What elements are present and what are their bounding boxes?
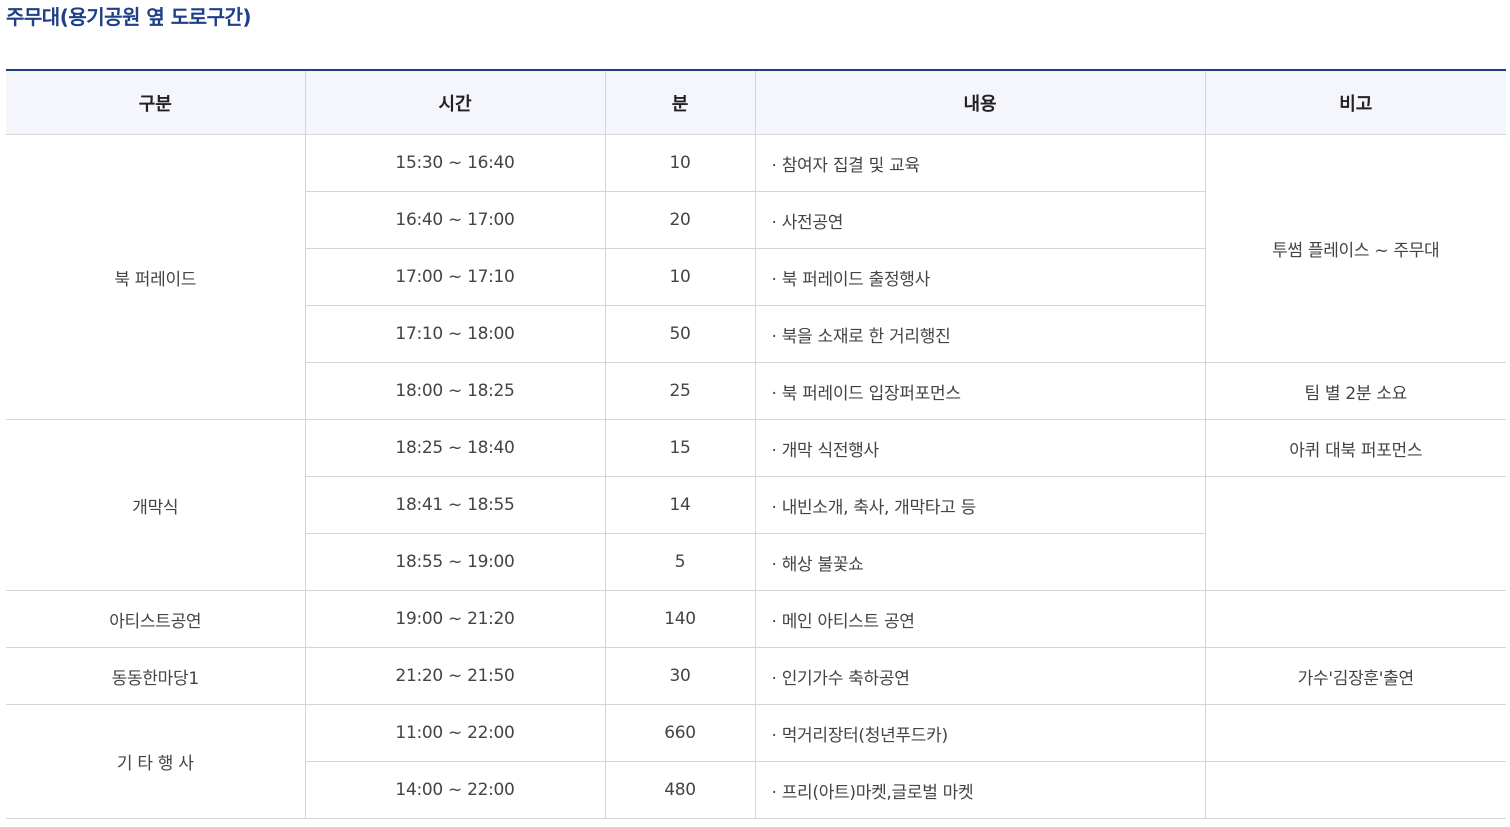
note-cell: 투썸 플레이스 ~ 주무대 xyxy=(1204,134,1506,363)
table-row: 동동한마당1 21:20 ~ 21:50 30 · 인기가수 축하공연 가수'김… xyxy=(6,647,1506,705)
content-cell: · 개막 식전행사 xyxy=(754,419,1206,477)
minutes-cell: 10 xyxy=(604,248,756,306)
note-cell: 아퀴 대북 퍼포먼스 xyxy=(1204,419,1506,477)
note-cell xyxy=(1204,761,1506,819)
content-cell: · 내빈소개, 축사, 개막타고 등 xyxy=(754,476,1206,534)
header-row: 구분 시간 분 내용 비고 xyxy=(6,70,1506,135)
note-cell: 팀 별 2분 소요 xyxy=(1204,362,1506,420)
time-cell: 19:00 ~ 21:20 xyxy=(304,590,606,648)
time-cell: 17:00 ~ 17:10 xyxy=(304,248,606,306)
content-cell: · 북 퍼레이드 입장퍼포먼스 xyxy=(754,362,1206,420)
table-row: 아티스트공연 19:00 ~ 21:20 140 · 메인 아티스트 공연 xyxy=(6,590,1506,648)
minutes-cell: 30 xyxy=(604,647,756,705)
content-cell: · 인기가수 축하공연 xyxy=(754,647,1206,705)
content-cell: · 메인 아티스트 공연 xyxy=(754,590,1206,648)
time-cell: 18:55 ~ 19:00 xyxy=(304,533,606,591)
content-cell: · 먹거리장터(청년푸드카) xyxy=(754,704,1206,762)
category-cell: 기 타 행 사 xyxy=(6,704,306,819)
minutes-cell: 15 xyxy=(604,419,756,477)
header-content: 내용 xyxy=(754,70,1206,135)
category-cell: 아티스트공연 xyxy=(6,590,306,648)
section-title: 주무대(용기공원 옆 도로구간) xyxy=(6,5,252,29)
content-cell: · 사전공연 xyxy=(754,191,1206,249)
time-cell: 21:20 ~ 21:50 xyxy=(304,647,606,705)
table-row: 개막식 18:25 ~ 18:40 15 · 개막 식전행사 아퀴 대북 퍼포먼… xyxy=(6,419,1506,591)
content-cell: · 참여자 집결 및 교육 xyxy=(754,134,1206,192)
time-cell: 18:41 ~ 18:55 xyxy=(304,476,606,534)
table-row: 기 타 행 사 11:00 ~ 22:00 660 · 먹거리장터(청년푸드카) xyxy=(6,704,1506,819)
note-cell xyxy=(1204,704,1506,762)
minutes-cell: 14 xyxy=(604,476,756,534)
category-cell: 개막식 xyxy=(6,419,306,591)
category-cell: 동동한마당1 xyxy=(6,647,306,705)
header-minutes: 분 xyxy=(604,70,756,135)
minutes-cell: 480 xyxy=(604,761,756,819)
header-category: 구분 xyxy=(6,70,306,135)
minutes-cell: 50 xyxy=(604,305,756,363)
time-cell: 16:40 ~ 17:00 xyxy=(304,191,606,249)
time-cell: 18:00 ~ 18:25 xyxy=(304,362,606,420)
time-cell: 15:30 ~ 16:40 xyxy=(304,134,606,192)
minutes-cell: 660 xyxy=(604,704,756,762)
time-cell: 18:25 ~ 18:40 xyxy=(304,419,606,477)
time-cell: 14:00 ~ 22:00 xyxy=(304,761,606,819)
content-cell: · 해상 불꽃쇼 xyxy=(754,533,1206,591)
note-cell xyxy=(1204,476,1506,591)
content-cell: · 북 퍼레이드 출정행사 xyxy=(754,248,1206,306)
minutes-cell: 140 xyxy=(604,590,756,648)
table-row: 북 퍼레이드 15:30 ~ 16:40 10 · 참여자 집결 및 교육 투썸… xyxy=(6,134,1506,420)
content-cell: · 북을 소재로 한 거리행진 xyxy=(754,305,1206,363)
time-cell: 17:10 ~ 18:00 xyxy=(304,305,606,363)
header-time: 시간 xyxy=(304,70,606,135)
note-cell xyxy=(1204,590,1506,648)
minutes-cell: 20 xyxy=(604,191,756,249)
note-cell: 가수'김장훈'출연 xyxy=(1204,647,1506,705)
minutes-cell: 5 xyxy=(604,533,756,591)
schedule-table: 구분 시간 분 내용 비고 북 퍼레이드 15:30 ~ 16:40 10 · … xyxy=(6,69,1506,819)
header-note: 비고 xyxy=(1204,70,1506,135)
time-cell: 11:00 ~ 22:00 xyxy=(304,704,606,762)
minutes-cell: 10 xyxy=(604,134,756,192)
category-cell: 북 퍼레이드 xyxy=(6,134,306,420)
content-cell: · 프리(아트)마켓,글로벌 마켓 xyxy=(754,761,1206,819)
minutes-cell: 25 xyxy=(604,362,756,420)
